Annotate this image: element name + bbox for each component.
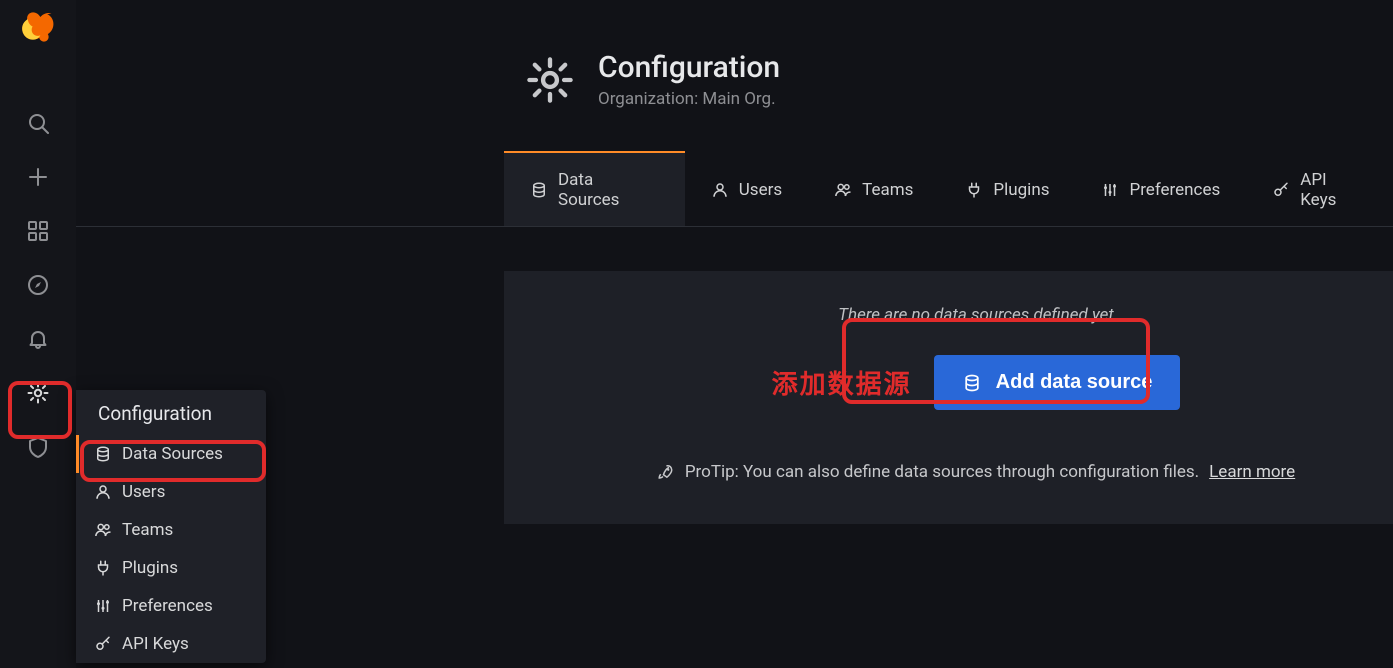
protip-row: ProTip: You can also define data sources… (528, 462, 1393, 482)
users-icon (94, 521, 112, 539)
nav-search[interactable] (8, 96, 68, 150)
sliders-icon (94, 597, 112, 615)
plus-icon (26, 165, 50, 189)
submenu-label: API Keys (122, 634, 189, 654)
tab-label: Data Sources (558, 170, 659, 210)
nav-alerting[interactable] (8, 312, 68, 366)
protip-text: ProTip: You can also define data sources… (685, 462, 1199, 482)
tab-preferences[interactable]: Preferences (1075, 151, 1246, 226)
submenu-item-preferences[interactable]: Preferences (76, 587, 266, 625)
submenu-item-teams[interactable]: Teams (76, 511, 266, 549)
page-gear-icon (524, 54, 576, 106)
submenu-item-plugins[interactable]: Plugins (76, 549, 266, 587)
shield-icon (26, 435, 50, 459)
tab-teams[interactable]: Teams (808, 151, 939, 226)
user-icon (711, 181, 729, 199)
users-icon (834, 181, 852, 199)
nav-explore[interactable] (8, 258, 68, 312)
submenu-item-users[interactable]: Users (76, 473, 266, 511)
submenu-label: Preferences (122, 596, 213, 616)
tab-label: Users (739, 180, 782, 200)
plug-icon (94, 559, 112, 577)
tab-label: Teams (862, 180, 913, 200)
page-header: Configuration Organization: Main Org. (76, 50, 1393, 109)
user-icon (94, 483, 112, 501)
plug-icon (965, 181, 983, 199)
database-icon (962, 373, 982, 393)
search-icon (26, 111, 50, 135)
database-icon (94, 445, 112, 463)
tab-plugins[interactable]: Plugins (939, 151, 1075, 226)
page-subtitle: Organization: Main Org. (598, 89, 780, 109)
key-icon (1272, 181, 1290, 199)
side-nav (0, 0, 76, 668)
learn-more-link[interactable]: Learn more (1209, 462, 1295, 482)
submenu-title: Configuration (76, 390, 266, 435)
bell-icon (26, 327, 50, 351)
tab-label: Plugins (993, 180, 1049, 200)
gear-icon (26, 381, 50, 405)
nav-create[interactable] (8, 150, 68, 204)
submenu-label: Plugins (122, 558, 178, 578)
grafana-logo-icon[interactable] (19, 8, 57, 46)
submenu-item-data-sources[interactable]: Data Sources (76, 435, 266, 473)
nav-dashboards[interactable] (8, 204, 68, 258)
tab-api-keys[interactable]: API Keys (1246, 151, 1393, 226)
nav-server-admin[interactable] (8, 420, 68, 474)
sliders-icon (1101, 181, 1119, 199)
submenu-item-api-keys[interactable]: API Keys (76, 625, 266, 663)
submenu-label: Users (122, 482, 165, 502)
tab-label: API Keys (1300, 170, 1367, 210)
tab-data-sources[interactable]: Data Sources (504, 151, 685, 226)
database-icon (530, 181, 548, 199)
empty-state-message: There are no data sources defined yet (528, 305, 1393, 325)
submenu-label: Data Sources (122, 444, 223, 464)
main-area: Configuration Organization: Main Org. Da… (76, 0, 1393, 668)
submenu-label: Teams (122, 520, 173, 540)
config-tabs: Data Sources Users Teams Plugins Prefere… (76, 151, 1393, 227)
add-data-source-button[interactable]: Add data source (934, 355, 1181, 410)
config-submenu: Configuration Data Sources Users Teams P… (76, 390, 266, 663)
page-title: Configuration (598, 50, 780, 85)
rocket-icon (657, 463, 675, 481)
compass-icon (26, 273, 50, 297)
apps-icon (26, 219, 50, 243)
add-button-label: Add data source (996, 371, 1153, 394)
content-panel: There are no data sources defined yet 添加… (504, 271, 1393, 524)
nav-configuration[interactable] (8, 366, 68, 420)
tab-users[interactable]: Users (685, 151, 808, 226)
tab-label: Preferences (1129, 180, 1220, 200)
key-icon (94, 635, 112, 653)
annotation-cn-label: 添加数据源 (772, 364, 912, 401)
